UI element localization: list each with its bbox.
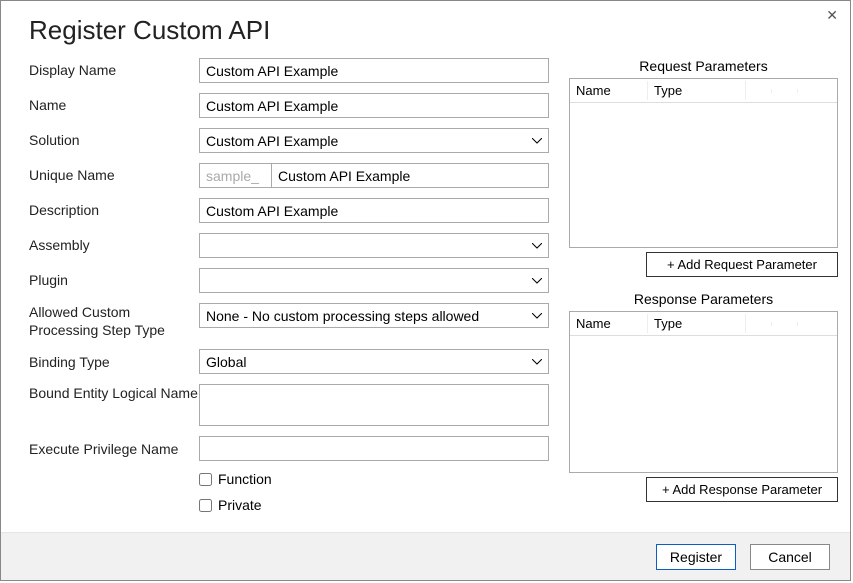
form-column: Display Name Name Solution Custom API Ex…: [29, 58, 549, 532]
label-function: Function: [218, 471, 272, 487]
col-name[interactable]: Name: [570, 314, 648, 333]
checkbox-private[interactable]: [199, 499, 212, 512]
col-blank1: [746, 89, 772, 93]
input-bound-entity[interactable]: [199, 384, 549, 426]
label-display-name: Display Name: [29, 61, 199, 79]
label-assembly: Assembly: [29, 236, 199, 254]
label-description: Description: [29, 201, 199, 219]
register-button[interactable]: Register: [656, 544, 736, 570]
add-response-parameter-button[interactable]: + Add Response Parameter: [646, 477, 838, 502]
cancel-button[interactable]: Cancel: [750, 544, 830, 570]
select-allowed-step-type[interactable]: None - No custom processing steps allowe…: [199, 303, 549, 328]
dialog-footer: Register Cancel: [1, 532, 850, 580]
col-type[interactable]: Type: [648, 81, 746, 100]
response-parameters-section: Response Parameters Name Type + Add Resp…: [569, 291, 838, 502]
request-parameters-section: Request Parameters Name Type + Add Reque…: [569, 58, 838, 277]
add-request-parameter-button[interactable]: + Add Request Parameter: [646, 252, 838, 277]
dialog-content: Display Name Name Solution Custom API Ex…: [1, 58, 850, 532]
input-unique-name[interactable]: [271, 163, 549, 188]
input-display-name[interactable]: [199, 58, 549, 83]
register-custom-api-dialog: ✕ Register Custom API Display Name Name …: [0, 0, 851, 581]
label-bound-entity: Bound Entity Logical Name: [29, 384, 199, 402]
request-parameters-grid[interactable]: Name Type: [569, 78, 838, 248]
label-plugin: Plugin: [29, 271, 199, 289]
response-parameters-title: Response Parameters: [569, 291, 838, 307]
col-blank3: [798, 89, 837, 93]
label-binding-type: Binding Type: [29, 353, 199, 371]
grid-header: Name Type: [570, 79, 837, 103]
label-private: Private: [218, 497, 262, 513]
grid-header: Name Type: [570, 312, 837, 336]
label-unique-name: Unique Name: [29, 166, 199, 184]
col-blank2: [772, 89, 798, 93]
input-execute-privilege[interactable]: [199, 436, 549, 461]
label-execute-privilege: Execute Privilege Name: [29, 440, 199, 458]
label-allowed-step-type: Allowed Custom Processing Step Type: [29, 303, 199, 339]
dialog-title: Register Custom API: [1, 1, 850, 58]
col-blank1: [746, 322, 772, 326]
input-name[interactable]: [199, 93, 549, 118]
response-parameters-grid[interactable]: Name Type: [569, 311, 838, 473]
col-name[interactable]: Name: [570, 81, 648, 100]
select-assembly[interactable]: [199, 233, 549, 258]
select-solution[interactable]: Custom API Example: [199, 128, 549, 153]
col-blank3: [798, 322, 837, 326]
label-solution: Solution: [29, 131, 199, 149]
select-plugin[interactable]: [199, 268, 549, 293]
parameters-column: Request Parameters Name Type + Add Reque…: [569, 58, 838, 532]
input-description[interactable]: [199, 198, 549, 223]
request-parameters-title: Request Parameters: [569, 58, 838, 74]
col-type[interactable]: Type: [648, 314, 746, 333]
close-icon[interactable]: ✕: [826, 7, 838, 24]
checkbox-function[interactable]: [199, 473, 212, 486]
input-unique-prefix[interactable]: [199, 163, 271, 188]
select-binding-type[interactable]: Global: [199, 349, 549, 374]
col-blank2: [772, 322, 798, 326]
label-name: Name: [29, 96, 199, 114]
